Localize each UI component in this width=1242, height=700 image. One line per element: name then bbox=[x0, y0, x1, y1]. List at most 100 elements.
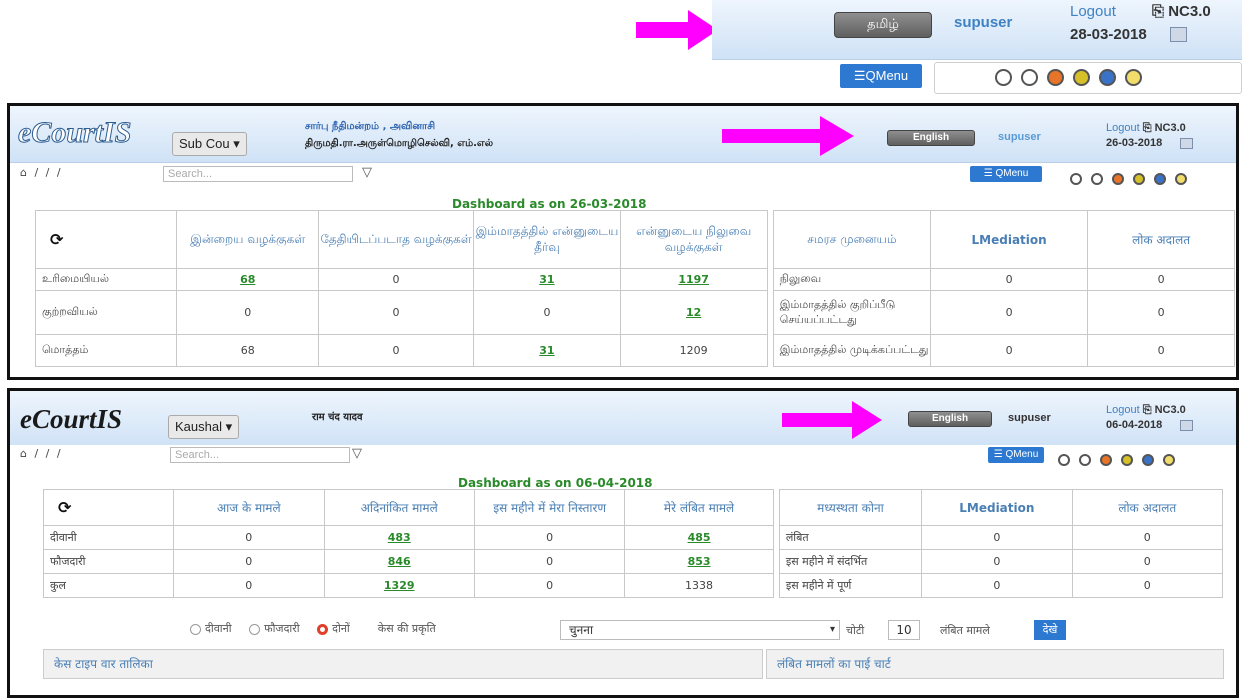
count-value: 0 bbox=[317, 334, 475, 367]
qmenu-button[interactable]: ☰ QMenu bbox=[970, 166, 1042, 182]
row-label: குற்றவியல் bbox=[34, 290, 178, 335]
case-type-table-header: केस टाइप वार तालिका bbox=[43, 649, 763, 679]
theme-circle-yellow[interactable] bbox=[1073, 69, 1090, 86]
radio-civil-label: दीवानी bbox=[205, 622, 232, 635]
theme-circle-orange[interactable] bbox=[1047, 69, 1064, 86]
refresh-cell: ⟳ bbox=[34, 210, 178, 269]
theme-circle-blue[interactable] bbox=[1154, 172, 1166, 185]
count-link[interactable]: 31 bbox=[473, 334, 621, 367]
logout-link[interactable]: Logout bbox=[1070, 3, 1116, 20]
calendar-icon[interactable] bbox=[1170, 27, 1187, 42]
date-display: 06-04-2018 bbox=[1106, 419, 1163, 431]
top-count-input[interactable]: 10 bbox=[888, 620, 920, 640]
logout-text[interactable]: Logout bbox=[1106, 404, 1140, 416]
row-label: इस महीने में पूर्ण bbox=[778, 573, 923, 598]
dashboard-title: Dashboard as on 26-03-2018 bbox=[452, 197, 647, 211]
nature-label: केस की प्रकृति bbox=[377, 622, 436, 635]
table-row: உரிமையியல் 68 0 31 1197 நிலுவை 0 0 bbox=[34, 268, 1235, 291]
radio-civil[interactable] bbox=[190, 623, 201, 635]
count-value: 0 bbox=[473, 549, 626, 574]
count-link[interactable]: 1197 bbox=[619, 268, 768, 291]
calendar-icon[interactable] bbox=[1180, 420, 1193, 431]
theme-circle-blue[interactable] bbox=[1099, 69, 1116, 86]
refresh-icon[interactable]: ⟳ bbox=[50, 230, 63, 249]
row-label: நிலுவை bbox=[772, 268, 932, 291]
court-select[interactable]: Sub Cou ▾ bbox=[172, 132, 247, 156]
date-display: 26-03-2018 bbox=[1106, 137, 1163, 149]
col-header: आज के मामले bbox=[173, 489, 325, 526]
pointer-arrow-top bbox=[636, 10, 718, 50]
theme-circle-yellow[interactable] bbox=[1121, 453, 1133, 466]
tamil-dashboard-panel: eCourtIS Sub Cou ▾ சார்பு நீதிமன்றம் , அ… bbox=[7, 103, 1239, 380]
language-toggle-button[interactable]: தமிழ் bbox=[834, 12, 932, 38]
radio-criminal[interactable] bbox=[249, 623, 261, 635]
radio-both[interactable] bbox=[317, 623, 329, 635]
nc-version: ⎘ NC3.0 bbox=[1152, 3, 1211, 20]
theme-circle-orange[interactable] bbox=[1100, 453, 1112, 466]
count-value: 0 bbox=[317, 268, 475, 291]
count-link[interactable]: 31 bbox=[473, 268, 621, 291]
count-value: 0 bbox=[929, 290, 1089, 335]
count-link[interactable]: 68 bbox=[176, 268, 319, 291]
qmenu-button[interactable]: ☰QMenu bbox=[840, 64, 922, 88]
count-value: 1209 bbox=[619, 334, 768, 367]
filter-icon[interactable]: ▽ bbox=[362, 165, 372, 180]
theme-circle-white-2[interactable] bbox=[1079, 453, 1091, 466]
count-link[interactable]: 1329 bbox=[323, 573, 475, 598]
refresh-icon[interactable]: ⟳ bbox=[58, 498, 71, 517]
theme-circle-white-1[interactable] bbox=[1070, 172, 1082, 185]
col-header: मध्यस्थता कोना bbox=[778, 489, 923, 526]
theme-circle-white-2[interactable] bbox=[1021, 69, 1038, 86]
row-label: உரிமையியல் bbox=[34, 268, 178, 291]
language-toggle-button[interactable]: English bbox=[887, 130, 975, 146]
theme-circle-lightyellow[interactable] bbox=[1163, 453, 1175, 466]
logout-icon: ⎘ bbox=[1152, 3, 1165, 20]
breadcrumb[interactable]: ⌂ / / / bbox=[20, 166, 63, 179]
col-header: LMediation bbox=[929, 210, 1089, 269]
count-link[interactable]: 483 bbox=[323, 525, 475, 550]
theme-circle-blue[interactable] bbox=[1142, 453, 1154, 466]
search-input[interactable]: Search... bbox=[170, 447, 350, 463]
theme-circle-white-2[interactable] bbox=[1091, 172, 1103, 185]
theme-circle-yellow[interactable] bbox=[1133, 172, 1145, 185]
col-header: लोक अदालत bbox=[1071, 489, 1224, 526]
logout-link[interactable]: Logout ⎘ NC3.0 bbox=[1106, 404, 1186, 417]
view-button[interactable]: देखे bbox=[1034, 620, 1066, 640]
nc-version: ⎘ NC3.0 bbox=[1142, 404, 1186, 416]
col-header: लोक अदालत bbox=[1087, 210, 1235, 269]
count-link[interactable]: 853 bbox=[624, 549, 774, 574]
search-input[interactable]: Search... bbox=[163, 166, 353, 182]
count-value: 0 bbox=[173, 573, 325, 598]
calendar-icon[interactable] bbox=[1180, 138, 1193, 149]
col-header: मेरे लंबित मामले bbox=[624, 489, 774, 526]
filter-icon[interactable]: ▽ bbox=[352, 446, 362, 461]
nc-version-text: NC3.0 bbox=[1168, 3, 1211, 20]
count-value: 0 bbox=[473, 573, 626, 598]
theme-circle-white-1[interactable] bbox=[995, 69, 1012, 86]
theme-circle-lightyellow[interactable] bbox=[1125, 69, 1142, 86]
court-select[interactable]: Kaushal ▾ bbox=[168, 415, 240, 439]
count-value: 0 bbox=[473, 290, 621, 335]
count-link[interactable]: 485 bbox=[624, 525, 774, 550]
theme-circle-orange[interactable] bbox=[1112, 172, 1124, 185]
theme-circle-lightyellow[interactable] bbox=[1175, 172, 1187, 185]
nc-version-text: NC3.0 bbox=[1154, 404, 1186, 416]
count-link[interactable]: 12 bbox=[619, 290, 768, 335]
theme-circle-white-1[interactable] bbox=[1058, 453, 1070, 466]
count-link[interactable]: 846 bbox=[323, 549, 475, 574]
count-value: 68 bbox=[176, 334, 319, 367]
language-toggle-button[interactable]: English bbox=[908, 411, 992, 427]
dashboard-title: Dashboard as on 06-04-2018 bbox=[458, 476, 653, 490]
breadcrumb[interactable]: ⌂ / / / bbox=[20, 447, 63, 460]
logout-link[interactable]: Logout ⎘ NC3.0 bbox=[1106, 122, 1186, 135]
court-name: சார்பு நீதிமன்றம் , அவினாசி bbox=[305, 121, 436, 132]
count-value: 0 bbox=[173, 549, 325, 574]
count-value: 0 bbox=[173, 525, 325, 550]
qmenu-button[interactable]: ☰ QMenu bbox=[988, 447, 1044, 463]
case-nature-select[interactable]: चुनना ▾ bbox=[560, 620, 840, 640]
row-label: दीवानी bbox=[42, 525, 175, 550]
filter-options-row: दीवानी फौजदारी दोनों केस की प्रकृति bbox=[190, 621, 436, 636]
count-value: 0 bbox=[1087, 268, 1235, 291]
chevron-down-icon: ▾ bbox=[829, 624, 835, 635]
logout-text[interactable]: Logout bbox=[1106, 122, 1140, 134]
